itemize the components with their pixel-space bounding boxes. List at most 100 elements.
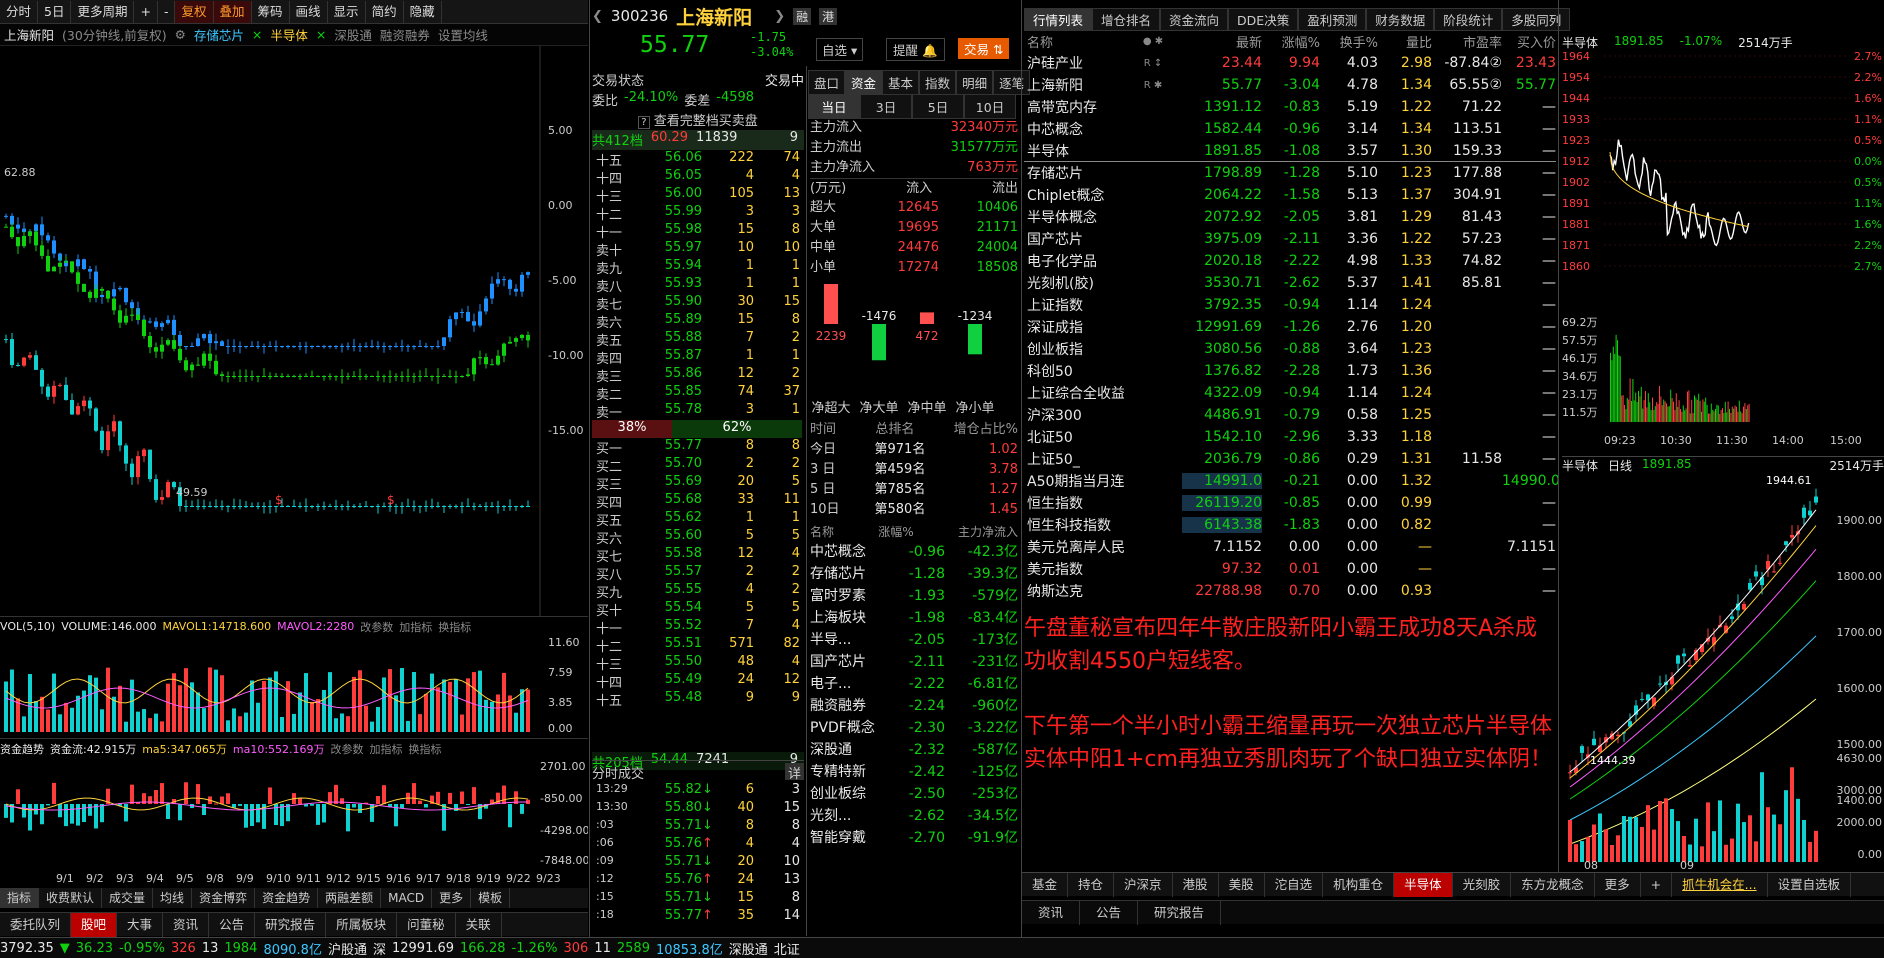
toolbar-btn-5[interactable]: 复权 <box>175 0 214 23</box>
buy-row[interactable]: 买九 55.55 4 2 <box>592 582 802 601</box>
list-row[interactable]: Chiplet概念 2064.22 -1.58 5.13 1.37 304.91 — <box>1024 184 1556 206</box>
buy-row[interactable]: 十五 55.48 9 9 <box>592 690 802 709</box>
col-name[interactable]: 名称 <box>1024 32 1124 51</box>
sector-tab-13[interactable]: 设置自选板 <box>1768 872 1852 897</box>
flow-tab-2[interactable]: 基本 <box>882 70 920 95</box>
sell-row[interactable]: 卖八 55.93 1 1 <box>592 276 802 295</box>
sector-row[interactable]: 智能穿戴 -2.70 -91.9亿 <box>810 827 1018 849</box>
sector-row[interactable]: 中芯概念 -0.96 -42.3亿 <box>810 541 1018 563</box>
buy-row[interactable]: 十二 55.51 571 82 <box>592 636 802 655</box>
list-tab-7[interactable]: 多股同列 <box>1502 8 1571 31</box>
sector-tab-0[interactable]: 基金 <box>1022 872 1069 897</box>
sector-row[interactable]: 富时罗素 -1.93 -579亿 <box>810 585 1018 607</box>
sell-row[interactable]: 卖四 55.87 1 1 <box>592 348 802 367</box>
left-tab-6[interactable]: 所属板块 <box>326 912 398 937</box>
sector-row[interactable]: 上海板块 -1.98 -83.4亿 <box>810 607 1018 629</box>
sector-row[interactable]: 存储芯片 -1.28 -39.3亿 <box>810 563 1018 585</box>
sell-row[interactable]: 十五 56.06 222 74 <box>592 150 802 169</box>
flow-period-3[interactable]: 10日 <box>964 94 1016 119</box>
mini-intraday-chart[interactable]: 1964 2.7% 1954 2.2% 1944 1.6% 1933 1.1% 1923 0.5%… <box>1560 52 1884 452</box>
list-row[interactable]: 上证50_ 2036.79 -0.86 0.29 1.31 11.58 — <box>1024 448 1556 470</box>
list-row[interactable]: 恒生科技指数 6143.38 -1.83 0.00 0.82 — <box>1024 514 1556 536</box>
list-row[interactable]: 半导体概念 2072.92 -2.05 3.81 1.29 81.43 — <box>1024 206 1556 228</box>
buy-row[interactable]: 买十 55.54 5 5 <box>592 600 802 619</box>
sector-row[interactable]: 光刻... -2.62 -34.5亿 <box>810 805 1018 827</box>
list-tab-3[interactable]: DDE决策 <box>1228 8 1299 31</box>
overlay-close-icon[interactable]: × <box>316 27 326 42</box>
list-row[interactable]: 沪硅产业 R ↕ 23.44 9.94 4.03 2.98 -87.84② 23.43 <box>1024 52 1556 74</box>
kline-chart[interactable]: 5.00 0.00 -5.00 -10.00 -15.00 62.88 49.59 $ $ <box>0 46 588 616</box>
list-row[interactable]: 纳斯达克 22788.98 0.70 0.00 0.93 — <box>1024 580 1556 602</box>
indicator-tab-5[interactable]: 资金趋势 <box>255 888 319 908</box>
sector-tab-6[interactable]: 机构重仓 <box>1323 872 1395 897</box>
sector-tab-2[interactable]: 沪深京 <box>1114 872 1173 897</box>
bz-link[interactable]: 北证 <box>774 939 800 958</box>
list-row[interactable]: 创业板指 3080.56 -0.88 3.64 1.23 — <box>1024 338 1556 360</box>
sell-row[interactable]: 十三 56.00 105 13 <box>592 186 802 205</box>
buy-row[interactable]: 买五 55.62 1 1 <box>592 510 802 529</box>
sector-tab-3[interactable]: 港股 <box>1173 872 1219 897</box>
sell-row[interactable]: 卖十 55.97 10 10 <box>592 240 802 259</box>
sector-row[interactable]: 半导... -2.05 -173亿 <box>810 629 1018 651</box>
margin-badge[interactable]: 融 <box>793 7 812 25</box>
flow-tab-4[interactable]: 明细 <box>956 70 994 95</box>
sector-row[interactable]: 专精特新 -2.42 -125亿 <box>810 761 1018 783</box>
list-row[interactable]: 科创50 1376.82 -2.28 1.73 1.36 — <box>1024 360 1556 382</box>
buy-row[interactable]: 十三 55.50 48 4 <box>592 654 802 673</box>
list-row[interactable]: A50期指当月连续 14991.0 -0.21 0.00 1.32 14990.0 <box>1024 470 1560 492</box>
sector-row[interactable]: 深股通 -2.32 -587亿 <box>810 739 1018 761</box>
sell-row[interactable]: 十一 55.98 15 8 <box>592 222 802 241</box>
sub-tab-2[interactable]: 研究报告 <box>1138 900 1222 925</box>
hk-badge[interactable]: 港 <box>819 7 838 25</box>
list-row[interactable]: 光刻机(胶) 3530.71 -2.62 5.37 1.41 85.81 — <box>1024 272 1556 294</box>
left-tab-3[interactable]: 资讯 <box>163 912 210 937</box>
alert-button[interactable]: 提醒 🔔 <box>886 38 945 61</box>
buy-row[interactable]: 买七 55.58 12 4 <box>592 546 802 565</box>
toolbar-btn-6[interactable]: 叠加 <box>213 0 252 23</box>
list-row[interactable]: 沪深300 4486.91 -0.79 0.58 1.25 — <box>1024 404 1556 426</box>
indicator-tab-7[interactable]: MACD <box>381 888 433 908</box>
list-tab-6[interactable]: 阶段统计 <box>1434 8 1503 31</box>
col-pe[interactable]: 市盈率 <box>1432 32 1502 51</box>
buy-row[interactable]: 买一 55.77 8 8 <box>592 438 802 457</box>
list-row[interactable]: 国产芯片 3975.09 -2.11 3.36 1.22 57.23 — <box>1024 228 1556 250</box>
sector-row[interactable]: PVDF概念 -2.30 -3.22亿 <box>810 717 1018 739</box>
toolbar-btn-1[interactable]: 5日 <box>38 0 72 23</box>
col-bid[interactable]: 买入价 <box>1502 32 1556 51</box>
fund-switch-indicator[interactable]: 换指标 <box>409 741 442 757</box>
flow-period-1[interactable]: 3日 <box>860 94 912 119</box>
list-tab-4[interactable]: 盈利预测 <box>1298 8 1367 31</box>
list-tab-5[interactable]: 财务数据 <box>1366 8 1435 31</box>
list-row[interactable]: 中芯概念 1582.44 -0.96 3.14 1.34 113.51 — <box>1024 118 1556 140</box>
sector-tab-11[interactable]: + <box>1641 872 1673 897</box>
sub-tab-0[interactable]: 资讯 <box>1022 900 1081 925</box>
sgt-link[interactable]: 深股通 <box>729 939 768 958</box>
toolbar-btn-9[interactable]: 显示 <box>328 0 366 23</box>
buy-row[interactable]: 买三 55.69 20 5 <box>592 474 802 493</box>
list-row[interactable]: 恒生指数 26119.20 -0.85 0.00 0.99 — <box>1024 492 1556 514</box>
left-tab-2[interactable]: 大事 <box>117 912 164 937</box>
sell-row[interactable]: 卖九 55.94 1 1 <box>592 258 802 277</box>
left-tab-8[interactable]: 关联 <box>456 912 502 937</box>
toolbar-btn-11[interactable]: 隐藏 <box>404 0 442 23</box>
prev-stock-icon[interactable]: ❮ <box>592 9 603 24</box>
mini-daily-chart[interactable]: 1900.001800.001700.001600.001500.001400.… <box>1560 472 1884 870</box>
list-tab-2[interactable]: 资金流向 <box>1160 8 1229 31</box>
sector-tab-7[interactable]: 半导体 <box>1394 872 1453 897</box>
toolbar-btn-8[interactable]: 画线 <box>290 0 328 23</box>
sector-tab-4[interactable]: 美股 <box>1219 872 1265 897</box>
toolbar-btn-4[interactable]: - <box>158 0 176 23</box>
indicator-tab-1[interactable]: 收费默认 <box>39 888 103 908</box>
sell-row[interactable]: 十四 56.05 4 4 <box>592 168 802 187</box>
sell-row[interactable]: 卖三 55.86 12 2 <box>592 366 802 385</box>
ticks-detail-button[interactable]: 详 <box>784 763 804 782</box>
list-row[interactable]: 存储芯片 1798.89 -1.28 5.10 1.23 177.88 — <box>1024 162 1556 184</box>
sector-tab-10[interactable]: 更多 <box>1595 872 1641 897</box>
sector-tab-9[interactable]: 东方龙概念 <box>1511 872 1595 897</box>
toolbar-btn-3[interactable]: + <box>134 0 158 23</box>
sector-row[interactable]: 融资融券 -2.24 -960亿 <box>810 695 1018 717</box>
list-row[interactable]: 美元兑离岸人民币 7.1152 0.00 0.00 — 7.1151 <box>1024 536 1556 558</box>
indicator-tab-4[interactable]: 资金博弈 <box>192 888 256 908</box>
indicator-tab-9[interactable]: 模板 <box>471 888 511 908</box>
list-row[interactable]: 上证综合全收益 4322.09 -0.94 1.14 1.24 — <box>1024 382 1556 404</box>
